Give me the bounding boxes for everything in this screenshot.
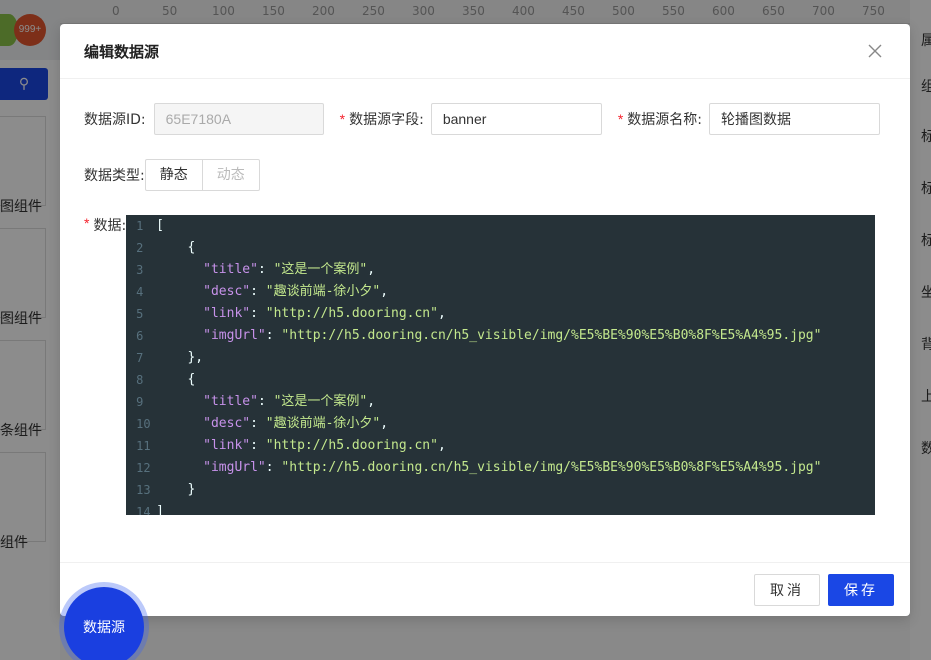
code-line: 7 }, xyxy=(126,347,875,369)
code-line: 2 { xyxy=(126,237,875,259)
code-text: }, xyxy=(156,350,204,365)
code-text: } xyxy=(156,482,196,497)
line-number: 5 xyxy=(136,307,144,321)
code-text: "title": "这是一个案例", xyxy=(203,394,376,409)
code-text: "desc": "趣谈前端-徐小夕", xyxy=(203,416,389,431)
modal-footer: 取消 保存 xyxy=(60,562,910,616)
code-line: 10 "desc": "趣谈前端-徐小夕", xyxy=(126,413,875,435)
datatype-row: 数据类型: 静态 动态 xyxy=(84,159,886,191)
name-label: 数据源名称: xyxy=(627,112,702,128)
line-number: 10 xyxy=(136,417,151,431)
line-number: 11 xyxy=(136,439,151,453)
code-line: 8 { xyxy=(126,369,875,391)
id-field: 数据源ID: 65E7180A xyxy=(84,103,324,135)
code-text: ] xyxy=(156,504,164,515)
field-label: 数据源字段: xyxy=(349,112,424,128)
name-field: * 数据源名称: 轮播图数据 xyxy=(618,103,880,135)
datasource-float-button[interactable]: 数据源 xyxy=(64,587,144,660)
modal-title: 编辑数据源 xyxy=(84,42,160,61)
modal-header: 编辑数据源 xyxy=(60,24,910,79)
data-row: * 数据: 1[2 {3 "title": "这是一个案例", 4 "desc":… xyxy=(84,215,886,515)
required-mark: * xyxy=(84,215,90,231)
cancel-button[interactable]: 取消 xyxy=(754,573,820,606)
modal-body: 数据源ID: 65E7180A * 数据源字段: banner * 数据源名称:… xyxy=(60,79,910,562)
code-line: 6 "imgUrl": "http://h5.dooring.cn/h5_vis… xyxy=(126,325,875,347)
datatype-dynamic-option[interactable]: 动态 xyxy=(202,159,260,191)
data-label: 数据: xyxy=(93,218,127,234)
code-line: 1[ xyxy=(126,215,875,237)
code-line: 5 "link": "http://h5.dooring.cn", xyxy=(126,303,875,325)
code-text: "title": "这是一个案例", xyxy=(203,262,376,277)
required-mark: * xyxy=(339,111,346,127)
line-number: 3 xyxy=(136,263,144,277)
close-icon[interactable] xyxy=(864,40,886,62)
save-button[interactable]: 保存 xyxy=(828,573,894,606)
line-number: 12 xyxy=(136,461,151,475)
code-line: 14] xyxy=(126,501,875,515)
datatype-static-option[interactable]: 静态 xyxy=(144,159,203,191)
name-input[interactable]: 轮播图数据 xyxy=(708,103,880,135)
edit-datasource-modal: 编辑数据源 数据源ID: 65E7180A * 数据源字段: banner * … xyxy=(60,24,910,616)
datatype-label: 数据类型: xyxy=(84,168,145,184)
line-number: 6 xyxy=(136,329,144,343)
code-line: 9 "title": "这是一个案例", xyxy=(126,391,875,413)
code-text: "desc": "趣谈前端-徐小夕", xyxy=(203,284,389,299)
datatype-radio-group: 静态 动态 xyxy=(144,159,260,191)
code-text: { xyxy=(156,240,196,255)
line-number: 2 xyxy=(136,241,144,255)
field-field: * 数据源字段: banner xyxy=(340,103,602,135)
code-line: 11 "link": "http://h5.dooring.cn", xyxy=(126,435,875,457)
line-number: 8 xyxy=(136,373,144,387)
code-text: "link": "http://h5.dooring.cn", xyxy=(203,438,446,453)
line-number: 14 xyxy=(136,505,151,515)
line-number: 4 xyxy=(136,285,144,299)
id-input[interactable]: 65E7180A xyxy=(153,103,324,135)
code-text: "link": "http://h5.dooring.cn", xyxy=(203,306,446,321)
code-text: [ xyxy=(156,218,164,233)
datasource-fields-row: 数据源ID: 65E7180A * 数据源字段: banner * 数据源名称:… xyxy=(84,103,886,135)
line-number: 1 xyxy=(136,219,144,233)
code-editor[interactable]: 1[2 {3 "title": "这是一个案例", 4 "desc": "趣谈前端… xyxy=(126,215,876,515)
code-line: 4 "desc": "趣谈前端-徐小夕", xyxy=(126,281,875,303)
field-input[interactable]: banner xyxy=(430,103,602,135)
code-line: 13 } xyxy=(126,479,875,501)
code-text: "imgUrl": "http://h5.dooring.cn/h5_visib… xyxy=(203,460,822,475)
id-label: 数据源ID: xyxy=(84,112,146,128)
code-line: 3 "title": "这是一个案例", xyxy=(126,259,875,281)
required-mark: * xyxy=(617,111,624,127)
line-number: 13 xyxy=(136,483,151,497)
code-text: { xyxy=(156,372,196,387)
line-number: 9 xyxy=(136,395,144,409)
line-number: 7 xyxy=(136,351,144,365)
code-text: "imgUrl": "http://h5.dooring.cn/h5_visib… xyxy=(203,328,822,343)
code-line: 12 "imgUrl": "http://h5.dooring.cn/h5_vi… xyxy=(126,457,875,479)
